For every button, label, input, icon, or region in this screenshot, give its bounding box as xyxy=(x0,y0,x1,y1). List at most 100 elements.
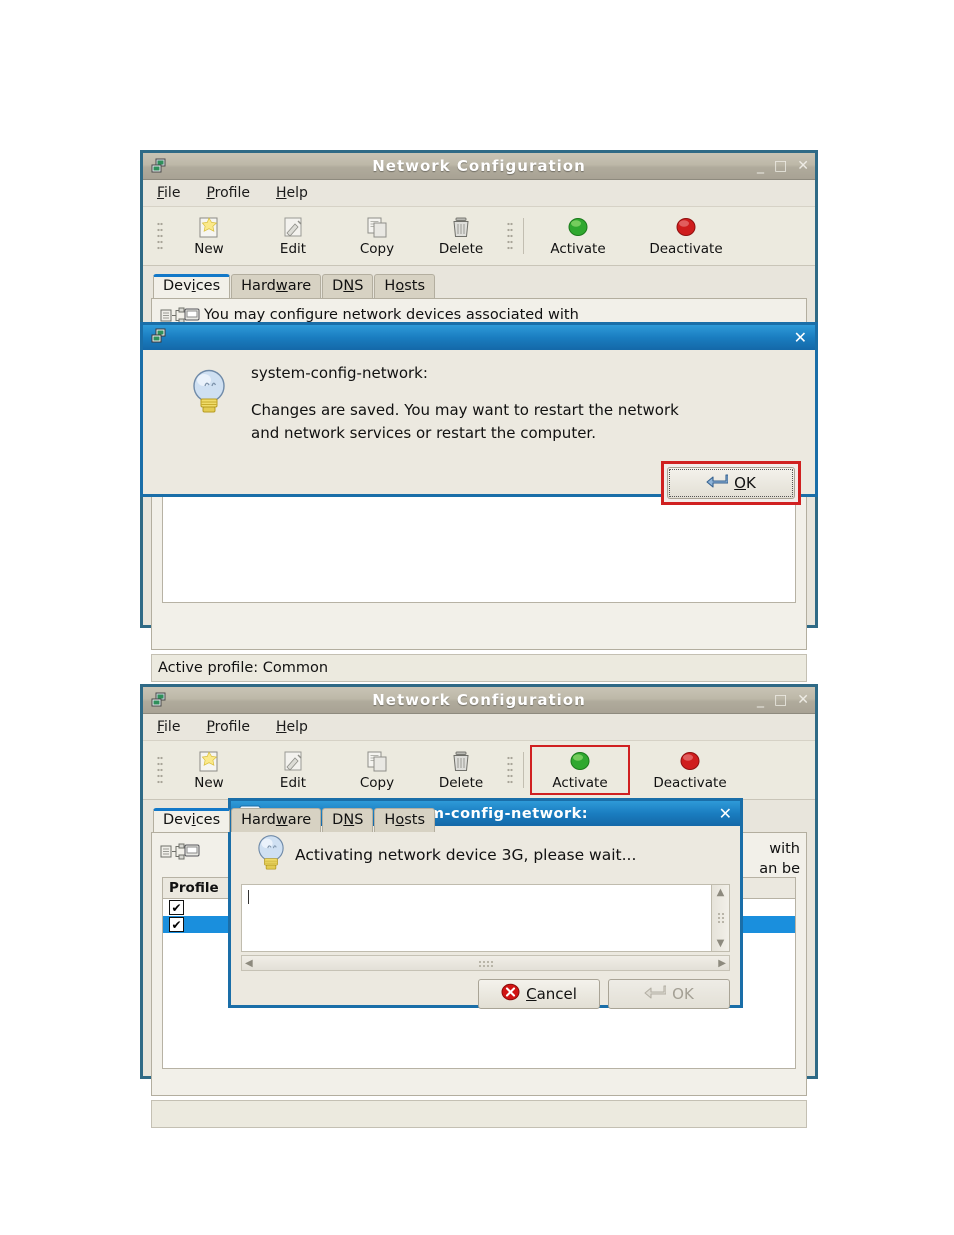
enter-arrow-icon xyxy=(706,473,729,493)
toolbar-2[interactable]: New Edit Copy Delete Activate Deactivate xyxy=(143,741,815,800)
menu-file-2[interactable]: File xyxy=(157,719,180,735)
profile-checkbox[interactable]: ✔ xyxy=(169,900,184,915)
tab-hosts-2[interactable]: Hosts xyxy=(374,808,435,832)
tab-hosts-1[interactable]: Hosts xyxy=(374,274,435,298)
tab-hardware-1[interactable]: Hardware xyxy=(231,274,322,298)
network-devices-icon xyxy=(151,158,169,174)
toolbar-1[interactable]: New Edit Copy Delete Activate Deactivate xyxy=(143,207,815,266)
profile-checkbox[interactable]: ✔ xyxy=(169,917,184,932)
maximize-button-2[interactable]: □ xyxy=(774,692,787,708)
toolbar-deactivate-button-1[interactable]: Deactivate xyxy=(626,213,746,259)
ok-button[interactable]: OK xyxy=(667,467,795,499)
activating-dialog-body: Activating network device 3G, please wai… xyxy=(231,826,740,975)
changes-saved-dialog[interactable]: ✕ system-config-network: Changes are sav… xyxy=(140,322,818,505)
toolbar-separator-1 xyxy=(523,218,524,254)
trash-can-icon xyxy=(448,215,474,241)
toolbar-copy-button-2[interactable]: Copy xyxy=(335,747,419,793)
toolbar-grip-4[interactable] xyxy=(507,755,513,785)
tab-devices-2[interactable]: Devices xyxy=(153,808,231,832)
toolbar-edit-button-1[interactable]: Edit xyxy=(251,213,335,259)
ok-button-disabled: OK xyxy=(608,979,730,1009)
edit-pencil-icon xyxy=(280,215,306,241)
toolbar-delete-button-2[interactable]: Delete xyxy=(419,747,503,793)
tab-dns-1[interactable]: DNS xyxy=(322,274,374,298)
text-caret xyxy=(248,890,249,904)
toolbar-grip-3[interactable] xyxy=(157,755,163,785)
titlebar-1[interactable]: Network Configuration _ □ ✕ xyxy=(143,153,815,180)
toolbar-copy-button-1[interactable]: Copy xyxy=(335,213,419,259)
dialog-heading: system-config-network: xyxy=(251,364,428,382)
devices-description-tail-1: with xyxy=(769,841,800,857)
tabrow-1[interactable]: Devices Hardware DNS Hosts xyxy=(143,270,815,298)
window-controls-2[interactable]: _ □ ✕ xyxy=(757,687,809,713)
activating-dialog-actions[interactable]: Cancel OK xyxy=(231,975,740,1017)
scroll-down-arrow-icon[interactable]: ▼ xyxy=(714,936,728,951)
activation-log-view[interactable]: ▲ ▼ xyxy=(241,884,730,952)
menubar-1[interactable]: FFileile Profile Help xyxy=(143,180,815,207)
toolbar-deactivate-button-2[interactable]: Deactivate xyxy=(630,747,750,793)
new-document-icon xyxy=(196,215,222,241)
toolbar-deactivate-label-2: Deactivate xyxy=(653,775,727,791)
tab-hardware-2[interactable]: Hardware xyxy=(231,808,322,832)
toolbar-new-button-1[interactable]: New xyxy=(167,213,251,259)
trash-can-icon xyxy=(448,749,474,775)
cancel-button-label: Cancel xyxy=(526,985,577,1003)
menu-profile-1[interactable]: Profile xyxy=(206,185,250,201)
toolbar-delete-label-2: Delete xyxy=(438,775,484,791)
log-horizontal-scrollbar[interactable]: ◀ ▶ xyxy=(241,955,730,971)
cancel-button[interactable]: Cancel xyxy=(478,979,600,1009)
light-bulb-icon xyxy=(241,832,289,878)
tab-dns-2[interactable]: DNS xyxy=(322,808,374,832)
scroll-thumb-grip-h[interactable] xyxy=(477,959,494,967)
ok-button-disabled-label: OK xyxy=(672,985,694,1003)
tabrow-2[interactable]: Devices Hardware DNS Hosts xyxy=(143,804,815,832)
copy-pages-icon xyxy=(364,215,390,241)
menubar-2[interactable]: File Profile Help xyxy=(143,714,815,741)
scroll-right-arrow-icon[interactable]: ▶ xyxy=(715,956,729,971)
maximize-button-1[interactable]: □ xyxy=(774,158,787,174)
close-button-1[interactable]: ✕ xyxy=(797,158,809,174)
light-bulb-icon xyxy=(157,362,231,422)
toolbar-edit-label-1: Edit xyxy=(279,241,307,257)
window-title-1: Network Configuration xyxy=(372,157,586,175)
toolbar-new-button-2[interactable]: New xyxy=(167,747,251,793)
minimize-button-2[interactable]: _ xyxy=(757,692,764,708)
toolbar-delete-label-1: Delete xyxy=(438,241,484,257)
titlebar-2[interactable]: Network Configuration _ □ ✕ xyxy=(143,687,815,714)
ok-button-highlight: OK xyxy=(661,461,801,505)
toolbar-edit-label-2: Edit xyxy=(279,775,307,791)
toolbar-grip-1[interactable] xyxy=(157,221,163,251)
close-icon[interactable]: ✕ xyxy=(794,328,807,347)
new-document-icon xyxy=(196,749,222,775)
menu-file-1[interactable]: FFileile xyxy=(157,185,180,201)
dialog-message-line1: Changes are saved. You may want to resta… xyxy=(251,401,679,419)
toolbar-activate-button-2[interactable]: Activate xyxy=(530,745,630,795)
menu-help-2[interactable]: Help xyxy=(276,719,308,735)
close-button-2[interactable]: ✕ xyxy=(797,692,809,708)
menu-profile-2[interactable]: Profile xyxy=(206,719,250,735)
menu-help-1[interactable]: Help xyxy=(276,185,308,201)
toolbar-activate-label-2: Activate xyxy=(552,775,608,791)
toolbar-grip-2[interactable] xyxy=(507,221,513,251)
log-vertical-scrollbar[interactable]: ▲ ▼ xyxy=(711,885,729,951)
activating-message: Activating network device 3G, please wai… xyxy=(295,846,637,864)
tab-devices-1[interactable]: Devices xyxy=(153,274,231,298)
changes-saved-dialog-actions[interactable]: OK xyxy=(143,455,815,517)
scroll-thumb-grip[interactable] xyxy=(717,912,724,924)
minimize-button-1[interactable]: _ xyxy=(757,158,764,174)
network-devices-icon xyxy=(151,328,169,348)
network-devices-icon xyxy=(151,692,169,708)
green-light-icon xyxy=(567,749,593,775)
toolbar-delete-button-1[interactable]: Delete xyxy=(419,213,503,259)
green-light-icon xyxy=(565,215,591,241)
devices-description-tail-2: an be xyxy=(759,861,800,877)
toolbar-edit-button-2[interactable]: Edit xyxy=(251,747,335,793)
window-controls-1[interactable]: _ □ ✕ xyxy=(757,153,809,179)
changes-saved-dialog-titlebar[interactable]: ✕ xyxy=(143,325,815,350)
scroll-up-arrow-icon[interactable]: ▲ xyxy=(714,885,728,900)
toolbar-separator-2 xyxy=(523,752,524,788)
toolbar-activate-button-1[interactable]: Activate xyxy=(530,213,626,259)
scroll-left-arrow-icon[interactable]: ◀ xyxy=(242,956,256,971)
toolbar-copy-label-1: Copy xyxy=(359,241,395,257)
changes-saved-dialog-body: system-config-network: Changes are saved… xyxy=(143,350,815,455)
